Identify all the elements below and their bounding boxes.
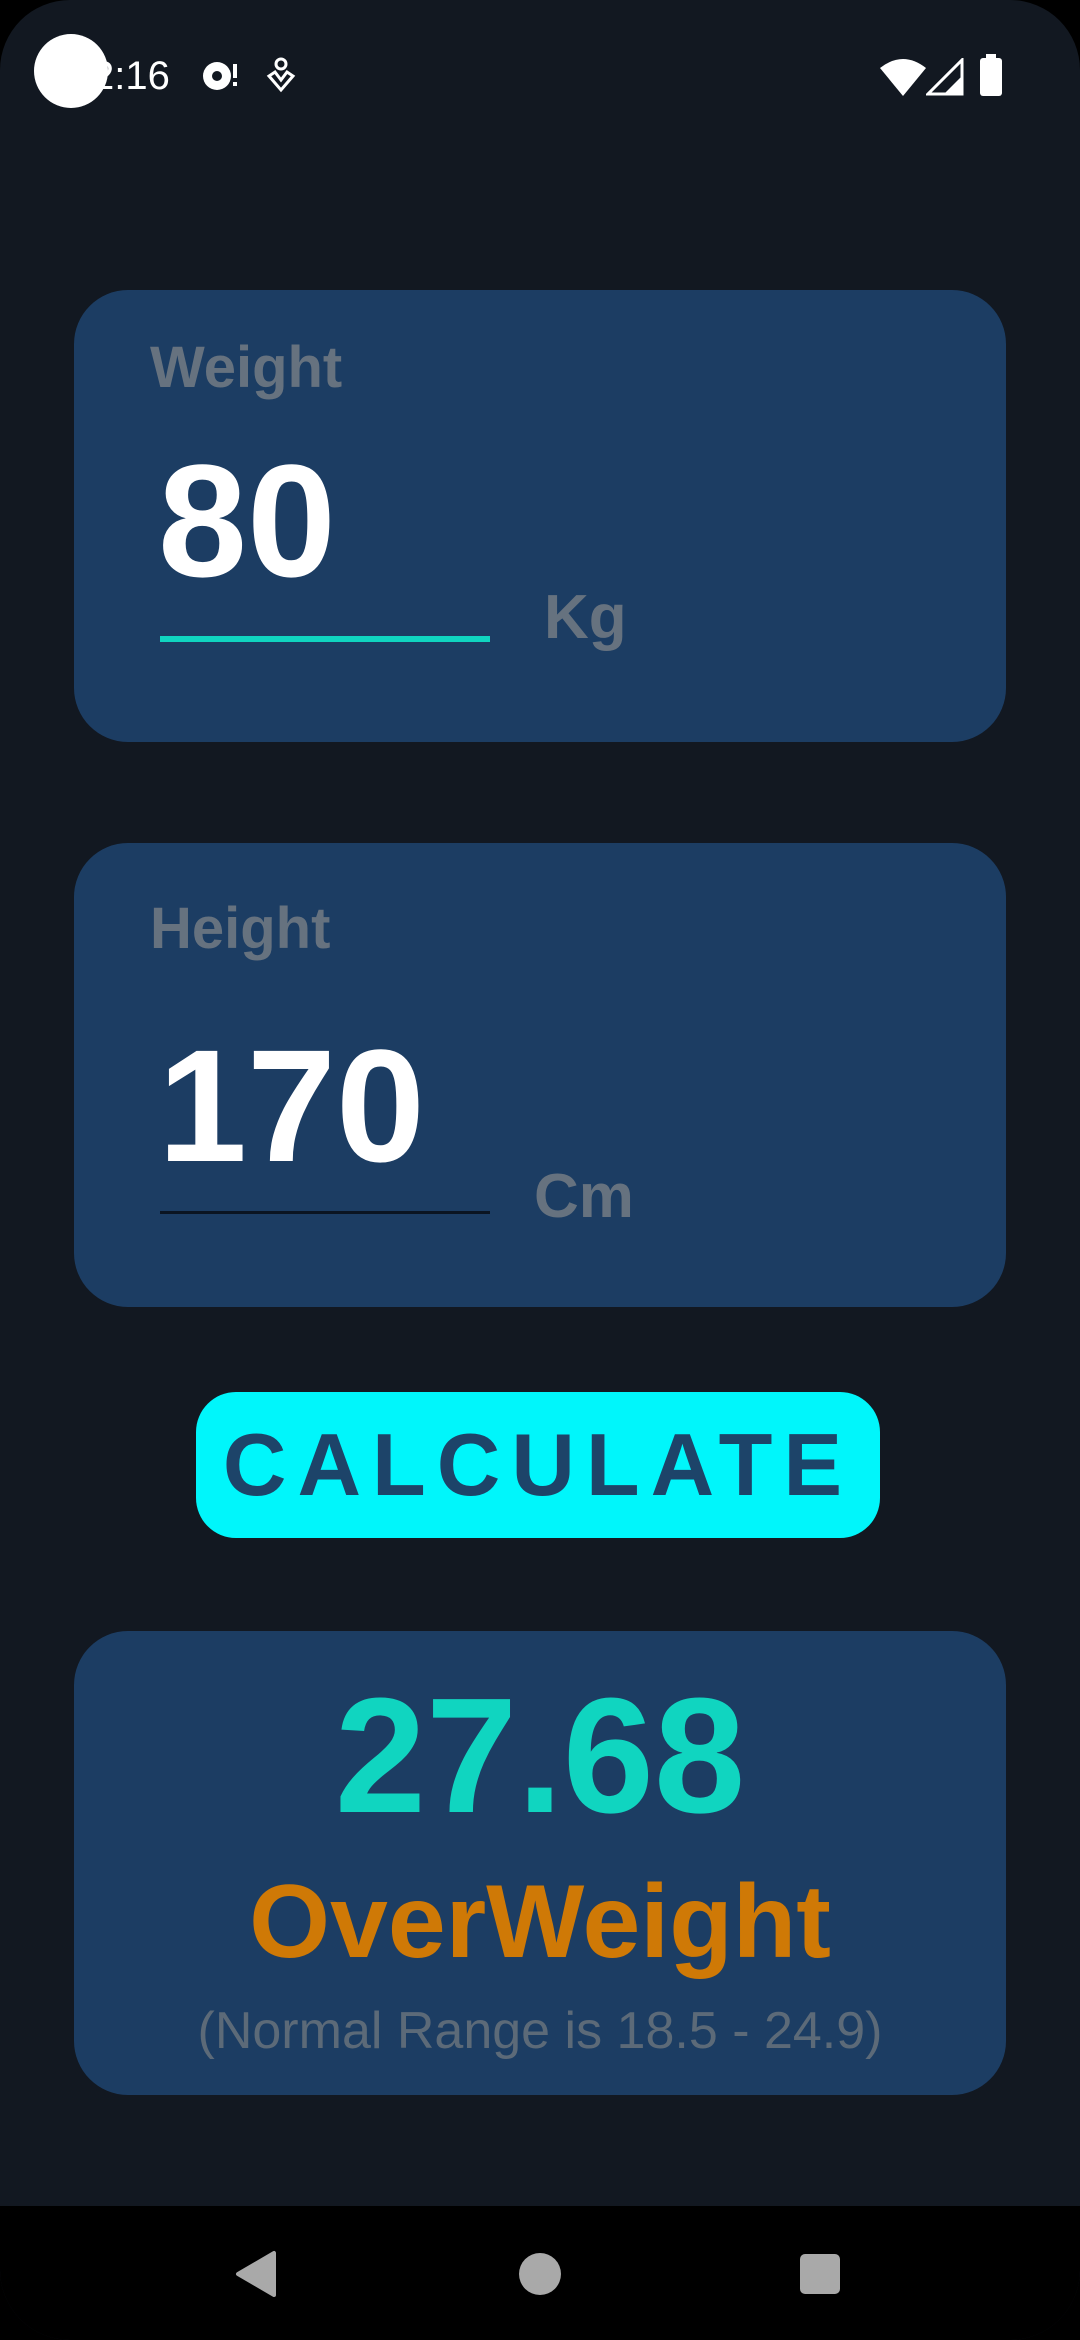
recents-icon xyxy=(800,2254,840,2294)
height-label: Height xyxy=(150,896,331,961)
cell-signal-icon xyxy=(926,58,964,96)
height-unit: Cm xyxy=(534,1162,634,1231)
navigation-bar xyxy=(0,2206,1080,2340)
back-icon xyxy=(236,2251,276,2297)
bmi-value: 27.68 xyxy=(334,1664,746,1847)
battery-icon xyxy=(980,54,1002,96)
home-icon xyxy=(519,2253,561,2295)
wifi-icon xyxy=(880,59,926,96)
recents-button[interactable] xyxy=(780,2234,860,2314)
bmi-category: OverWeight xyxy=(249,1864,831,1980)
back-button[interactable] xyxy=(216,2234,296,2314)
height-input[interactable]: 170 xyxy=(158,1021,425,1191)
app-screen: 2:16 Weight 80 Kg Height 170 Cm CALCULAT… xyxy=(0,0,1080,2340)
weight-label: Weight xyxy=(150,335,343,400)
camera-cutout xyxy=(34,34,108,108)
height-input-underline xyxy=(160,1211,490,1214)
calculate-button[interactable]: CALCULATE xyxy=(196,1392,880,1538)
result-card: 27.68 OverWeight (Normal Range is 18.5 -… xyxy=(74,1631,1006,2095)
status-bar: 2:16 xyxy=(0,0,1080,150)
weight-card: Weight 80 Kg xyxy=(74,290,1006,742)
height-card: Height 170 Cm xyxy=(74,843,1006,1307)
weight-unit: Kg xyxy=(544,583,627,652)
weight-input-underline xyxy=(160,636,490,642)
home-button[interactable] xyxy=(500,2234,580,2314)
accessibility-icon xyxy=(266,57,296,93)
sync-alert-icon xyxy=(203,62,237,90)
weight-input[interactable]: 80 xyxy=(158,436,336,606)
normal-range-note: (Normal Range is 18.5 - 24.9) xyxy=(197,2002,883,2060)
